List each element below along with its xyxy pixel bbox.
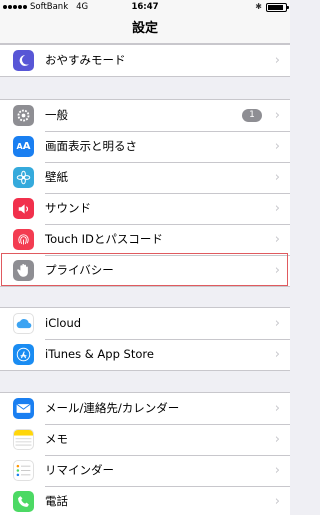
notes-icon: [13, 429, 34, 450]
chevron-right-icon: ›: [274, 432, 280, 447]
settings-row-label: iTunes & App Store: [45, 347, 154, 361]
chevron-right-icon: ›: [274, 170, 280, 185]
settings-row-label: 画面表示と明るさ: [45, 139, 137, 153]
navigation-bar: 設定: [0, 14, 290, 44]
settings-row-privacy[interactable]: プライバシー ›: [0, 254, 290, 286]
chevron-right-icon: ›: [274, 263, 280, 278]
flower-icon: [13, 167, 34, 188]
text-size-icon: AA: [13, 136, 34, 157]
page-title: 設定: [131, 21, 158, 36]
chevron-right-icon: ›: [274, 316, 280, 331]
settings-row-icloud[interactable]: iCloud ›: [0, 308, 290, 339]
chevron-right-icon: ›: [274, 232, 280, 247]
settings-row-display-brightness[interactable]: AA 画面表示と明るさ ›: [0, 130, 290, 162]
phone-icon: [13, 491, 34, 512]
settings-row-label: 一般: [45, 108, 68, 122]
speaker-icon: [13, 198, 34, 219]
chevron-right-icon: ›: [274, 463, 280, 478]
settings-row-label: 電話: [45, 494, 68, 508]
fingerprint-icon: [13, 229, 34, 250]
settings-row-label: iCloud: [45, 316, 82, 330]
settings-row-label: リマインダー: [45, 463, 114, 477]
settings-row-label: Touch IDとパスコード: [45, 232, 163, 246]
settings-row-label: 壁紙: [45, 170, 68, 184]
settings-group-apps: メール/連絡先/カレンダー › メモ › リマインダー › 電話 ›: [0, 392, 290, 515]
bluetooth-icon: ✱: [255, 2, 262, 11]
settings-row-sounds[interactable]: サウンド ›: [0, 192, 290, 224]
hand-icon: [13, 260, 34, 281]
list-icon: [13, 460, 34, 481]
chevron-right-icon: ›: [274, 53, 280, 68]
settings-row-wallpaper[interactable]: 壁紙 ›: [0, 161, 290, 193]
settings-row-label: プライバシー: [45, 263, 114, 277]
chevron-right-icon: ›: [274, 494, 280, 509]
settings-row-notes[interactable]: メモ ›: [0, 423, 290, 455]
settings-row-phone[interactable]: 電話 ›: [0, 485, 290, 515]
settings-row-general[interactable]: 一般 1 ›: [0, 100, 290, 131]
moon-icon: [13, 50, 34, 71]
settings-row-label: メール/連絡先/カレンダー: [45, 401, 180, 415]
status-bar: SoftBank 4G 16:47 ✱: [0, 0, 290, 14]
settings-row-touch-id[interactable]: Touch IDとパスコード ›: [0, 223, 290, 255]
settings-row-itunes-app-store[interactable]: iTunes & App Store ›: [0, 338, 290, 370]
app-store-icon: [13, 344, 34, 365]
settings-row-label: サウンド: [45, 201, 91, 215]
mail-icon: [13, 398, 34, 419]
chevron-right-icon: ›: [274, 401, 280, 416]
settings-row-mail-contacts-calendars[interactable]: メール/連絡先/カレンダー ›: [0, 393, 290, 424]
chevron-right-icon: ›: [274, 108, 280, 123]
status-time: 16:47: [131, 2, 159, 12]
settings-group-accounts: iCloud › iTunes & App Store ›: [0, 307, 290, 371]
chevron-right-icon: ›: [274, 347, 280, 362]
gear-icon: [13, 105, 34, 126]
settings-row-do-not-disturb[interactable]: おやすみモード ›: [0, 45, 290, 76]
chevron-right-icon: ›: [274, 201, 280, 216]
settings-group-main: 一般 1 › AA 画面表示と明るさ › 壁紙 › サウンド › Touch I…: [0, 99, 290, 287]
update-badge: 1: [242, 109, 262, 122]
settings-row-label: メモ: [45, 432, 68, 446]
settings-group-dnd: おやすみモード ›: [0, 44, 290, 77]
battery-fill: [268, 4, 283, 10]
battery-icon: [266, 2, 289, 12]
status-right: ✱: [255, 2, 289, 12]
cloud-icon: [13, 313, 34, 334]
settings-row-label: おやすみモード: [45, 53, 126, 67]
settings-row-reminders[interactable]: リマインダー ›: [0, 454, 290, 486]
chevron-right-icon: ›: [274, 139, 280, 154]
